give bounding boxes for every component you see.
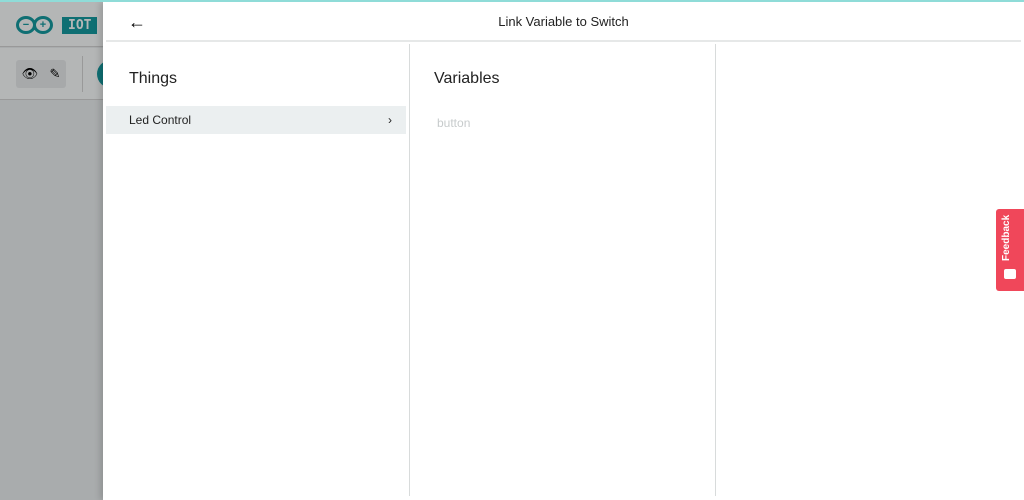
- chevron-right-icon: ›: [388, 113, 392, 127]
- top-accent-line: [0, 0, 1024, 2]
- divider: [82, 56, 83, 92]
- panel-title: Link Variable to Switch: [498, 14, 629, 29]
- link-variable-panel: ← Link Variable to Switch Things Led Con…: [103, 2, 1024, 500]
- panel-header: ← Link Variable to Switch: [106, 2, 1021, 42]
- feedback-icon: [1004, 269, 1016, 279]
- variables-heading: Variables: [434, 70, 500, 87]
- logo-text: IOT: [62, 16, 98, 34]
- details-column: [716, 44, 1024, 496]
- variables-column: Variables button: [410, 44, 716, 496]
- arrow-left-icon[interactable]: ←: [128, 12, 146, 33]
- variable-item-button[interactable]: button: [410, 106, 715, 130]
- thing-label: Led Control: [129, 113, 192, 127]
- app-header: − + IOT: [0, 2, 103, 47]
- edit-icon[interactable]: ✎: [49, 66, 60, 82]
- arduino-logo: − + IOT: [16, 16, 98, 34]
- dashboard-toolbar: 👁 ✎: [0, 48, 125, 100]
- things-heading: Things: [129, 70, 178, 87]
- thing-item-led-control[interactable]: Led Control ›: [106, 106, 406, 134]
- feedback-label: Feedback: [1001, 214, 1012, 261]
- eye-icon[interactable]: 👁: [22, 66, 39, 82]
- feedback-button[interactable]: Feedback: [996, 209, 1024, 291]
- infinity-icon: − +: [16, 16, 56, 34]
- things-column: Things Led Control ›: [103, 44, 410, 496]
